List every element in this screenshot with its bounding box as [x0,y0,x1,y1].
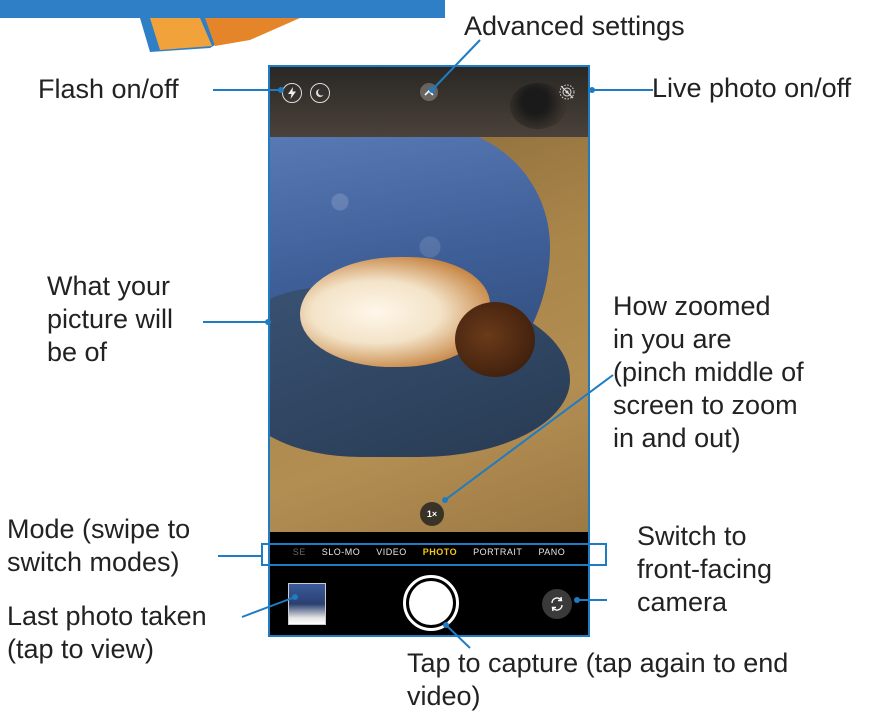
label-capture-line: video) [407,681,481,711]
label-zoom-line: (pinch middle of [613,357,804,387]
label-switch-camera-line: camera [637,587,728,617]
label-preview-line: What your [47,271,171,301]
label-live-photo: Live photo on/off [652,73,852,103]
label-switch-camera-line: Switch to [637,521,747,551]
label-switch-camera-line: front-facing [637,554,773,584]
label-capture: Tap to capture (tap again to end video) [407,647,788,713]
label-capture-line: Tap to capture (tap again to end [407,648,789,678]
label-zoom: How zoomed in you are (pinch middle of s… [613,290,804,455]
label-last-photo-line: (tap to view) [7,634,155,664]
label-last-photo-line: Last photo taken [7,601,207,631]
label-mode-line: Mode (swipe to [7,514,191,544]
label-flash: Flash on/off [38,74,179,104]
label-zoom-line: How zoomed [613,291,771,321]
label-zoom-line: in and out) [613,423,741,453]
label-preview: What your picture will be of [47,270,173,369]
label-preview-line: be of [47,337,108,367]
label-last-photo: Last photo taken (tap to view) [7,600,207,666]
label-advanced-settings: Advanced settings [464,11,685,41]
label-preview-line: picture will [47,304,174,334]
label-switch-camera: Switch to front-facing camera [637,520,772,619]
label-zoom-line: in you are [613,324,732,354]
label-zoom-line: screen to zoom [613,390,798,420]
label-mode: Mode (swipe to switch modes) [7,513,190,579]
label-mode-line: switch modes) [7,547,180,577]
